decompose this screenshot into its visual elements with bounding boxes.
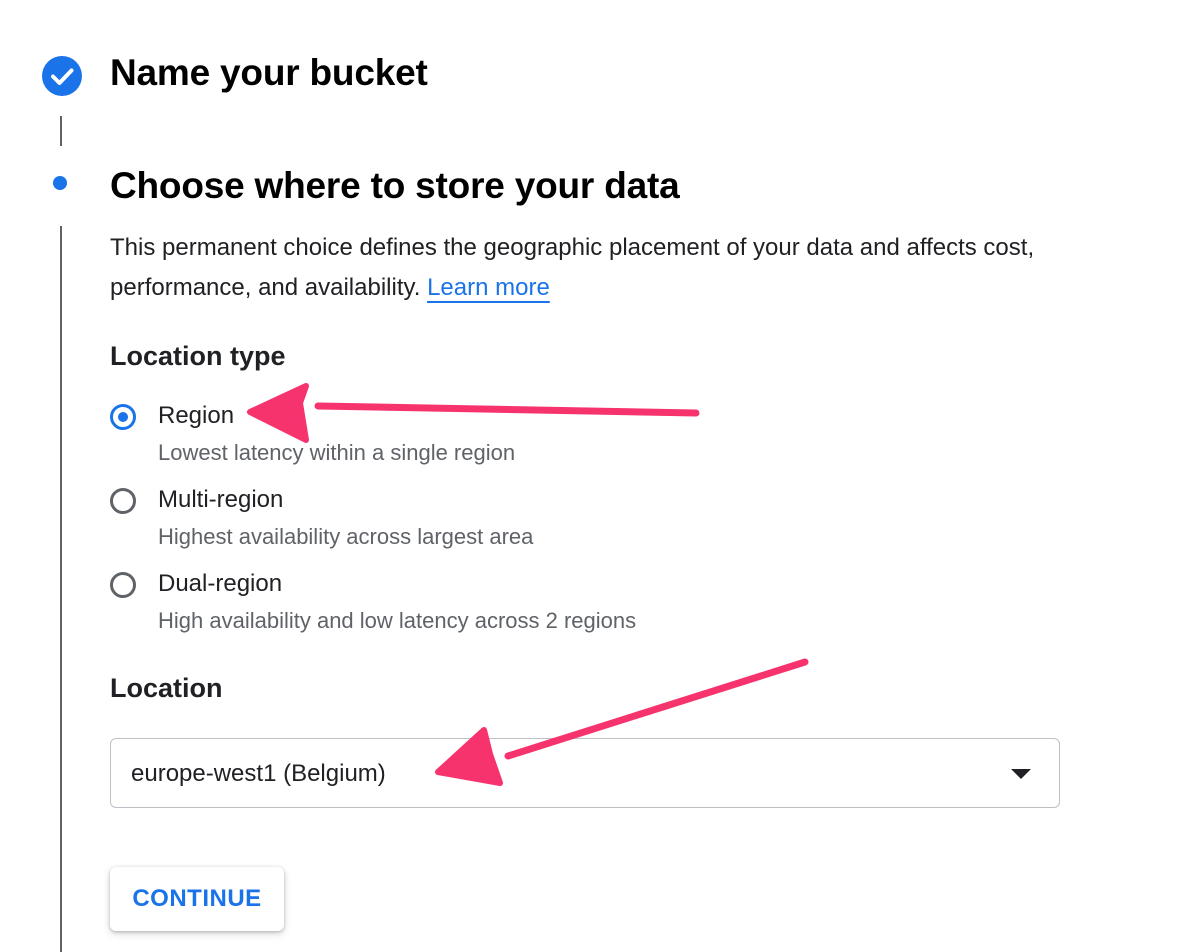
description-text: This permanent choice defines the geogra… (110, 234, 1035, 301)
active-step-dot (53, 176, 67, 190)
radio-button-checked[interactable] (110, 404, 136, 430)
continue-button[interactable]: CONTINUE (110, 867, 284, 931)
location-select-value: europe-west1 (Belgium) (131, 760, 386, 787)
radio-button[interactable] (110, 572, 136, 598)
radio-option-region[interactable]: Region Lowest latency within a single re… (110, 402, 810, 472)
radio-label: Region (158, 402, 235, 429)
radio-label: Multi-region (158, 486, 284, 513)
step-title-name-bucket: Name your bucket (110, 52, 428, 93)
radio-label: Dual-region (158, 570, 283, 597)
location-type-heading: Location type (110, 341, 286, 371)
radio-description: Highest availability across largest area (158, 524, 534, 549)
stepper-connector (60, 116, 62, 146)
location-heading: Location (110, 673, 223, 703)
radio-option-multi-region[interactable]: Multi-region Highest availability across… (110, 486, 810, 556)
check-circle-icon (42, 56, 82, 96)
dropdown-arrow-icon[interactable] (1011, 769, 1031, 779)
radio-button[interactable] (110, 488, 136, 514)
step-title-choose-location: Choose where to store your data (110, 165, 680, 206)
radio-option-dual-region[interactable]: Dual-region High availability and low la… (110, 570, 810, 640)
radio-description: High availability and low latency across… (158, 608, 637, 633)
radio-description: Lowest latency within a single region (158, 440, 516, 465)
location-select[interactable]: europe-west1 (Belgium) (110, 738, 1060, 808)
stepper-connector (60, 226, 62, 952)
annotation-overlay (247, 383, 809, 786)
learn-more-link[interactable]: Learn more (427, 274, 550, 301)
step-description: This permanent choice defines the geogra… (110, 228, 1090, 308)
radio-dot (118, 412, 128, 422)
